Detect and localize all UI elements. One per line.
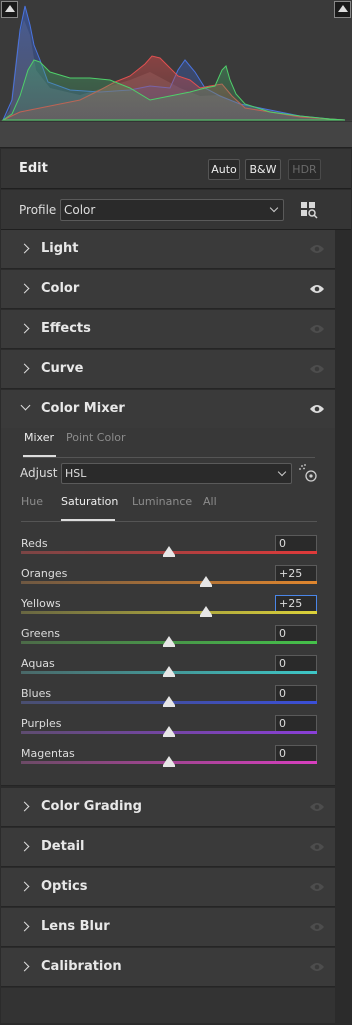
eye-icon[interactable] [309,961,325,973]
slider-label: Reds [21,537,48,550]
histogram-graph [0,5,352,122]
eye-icon[interactable] [309,801,325,813]
auto-button[interactable]: Auto [208,159,240,180]
profile-row: Profile Color [1,190,351,230]
slider-thumb[interactable] [163,696,175,707]
histogram [0,0,352,122]
panel-title: Color [41,281,80,296]
slider-label: Aquas [21,657,55,670]
edit-title: Edit [19,161,48,176]
slider-row-oranges: Oranges +25 [1,565,335,597]
tab-hue[interactable]: Hue [21,495,43,508]
panel-optics[interactable]: Optics [1,868,335,907]
chevron-right-icon [19,363,30,374]
shadow-clipping-warning-icon[interactable] [1,1,18,18]
chevron-down-icon [269,203,279,213]
slider-track[interactable] [21,581,317,584]
eye-icon[interactable] [309,921,325,933]
adjust-select[interactable]: HSL [61,463,292,484]
eye-icon[interactable] [309,841,325,853]
slider-label: Greens [21,627,61,640]
slider-thumb[interactable] [163,726,175,737]
slider-row-magentas: Magentas 0 [1,745,335,777]
panel-title: Lens Blur [41,919,110,934]
slider-row-reds: Reds 0 [1,535,335,567]
chevron-right-icon [19,801,30,812]
divider [23,457,315,458]
tab-luminance[interactable]: Luminance [132,495,192,508]
chevron-right-icon [19,921,30,932]
panel-detail[interactable]: Detail [1,828,335,867]
slider-thumb[interactable] [163,756,175,767]
panel-title: Detail [41,839,85,854]
tab-saturation[interactable]: Saturation [61,495,118,508]
panel-calibration[interactable]: Calibration [1,948,335,987]
black-and-white-button[interactable]: B&W [245,159,281,180]
panel-color-mixer[interactable]: Color Mixer [1,390,335,429]
highlight-clipping-warning-icon[interactable] [334,1,351,18]
adjust-label: Adjust [20,466,58,480]
panel-title: Effects [41,321,91,336]
chevron-right-icon [19,841,30,852]
panel-lens-blur[interactable]: Lens Blur [1,908,335,947]
slider-row-greens: Greens 0 [1,625,335,657]
tab-all[interactable]: All [203,495,217,508]
panel-effects[interactable]: Effects [1,310,335,349]
panel-color-grading[interactable]: Color Grading [1,788,335,827]
profile-browser-icon[interactable] [300,201,318,219]
histogram-info-strip [0,122,352,148]
chevron-down-icon [277,467,287,477]
chevron-right-icon [19,243,30,254]
slider-row-blues: Blues 0 [1,685,335,717]
eye-icon[interactable] [309,881,325,893]
slider-label: Oranges [21,567,68,580]
panel-title: Calibration [41,959,122,974]
targeted-adjustment-icon[interactable] [298,463,318,483]
slider-label: Blues [21,687,52,700]
slider-thumb[interactable] [200,576,212,587]
chevron-right-icon [19,323,30,334]
eye-icon[interactable] [309,323,325,335]
chevron-down-icon [20,400,31,411]
panel-footer [1,988,335,1023]
divider [21,521,317,522]
eye-icon[interactable] [309,403,325,415]
eye-icon[interactable] [309,283,325,295]
slider-label: Yellows [21,597,61,610]
profile-label: Profile [19,203,57,217]
chevron-right-icon [19,881,30,892]
slider-row-aquas: Aquas 0 [1,655,335,687]
slider-row-yellows: Yellows +25 [1,595,335,627]
adjust-select-value: HSL [65,467,87,480]
panel-title: Light [41,241,79,256]
panel-title: Color Grading [41,799,142,814]
eye-icon[interactable] [309,243,325,255]
panel-color[interactable]: Color [1,270,335,309]
slider-label: Purples [21,717,62,730]
slider-track[interactable] [21,611,317,614]
tab-point-color[interactable]: Point Color [66,431,126,444]
panel-light[interactable]: Light [1,230,335,269]
chevron-right-icon [19,283,30,294]
slider-row-purples: Purples 0 [1,715,335,747]
panel-curve[interactable]: Curve [1,350,335,389]
scroll-gutter [335,230,352,1025]
slider-thumb[interactable] [163,636,175,647]
panel-title: Curve [41,361,84,376]
tab-mixer[interactable]: Mixer [24,431,54,444]
hdr-button[interactable]: HDR [288,159,321,180]
slider-thumb[interactable] [163,546,175,557]
slider-label: Magentas [21,747,75,760]
color-mixer-body: Mixer Point Color Adjust HSL Hue Saturat… [1,428,335,786]
profile-select-value: Color [64,203,96,217]
chevron-right-icon [19,961,30,972]
slider-thumb[interactable] [200,606,212,617]
profile-select[interactable]: Color [60,199,284,221]
panel-title: Optics [41,879,88,894]
edit-header: Edit Auto B&W HDR [1,149,351,189]
panel-title: Color Mixer [41,401,125,416]
eye-icon[interactable] [309,363,325,375]
slider-thumb[interactable] [163,666,175,677]
